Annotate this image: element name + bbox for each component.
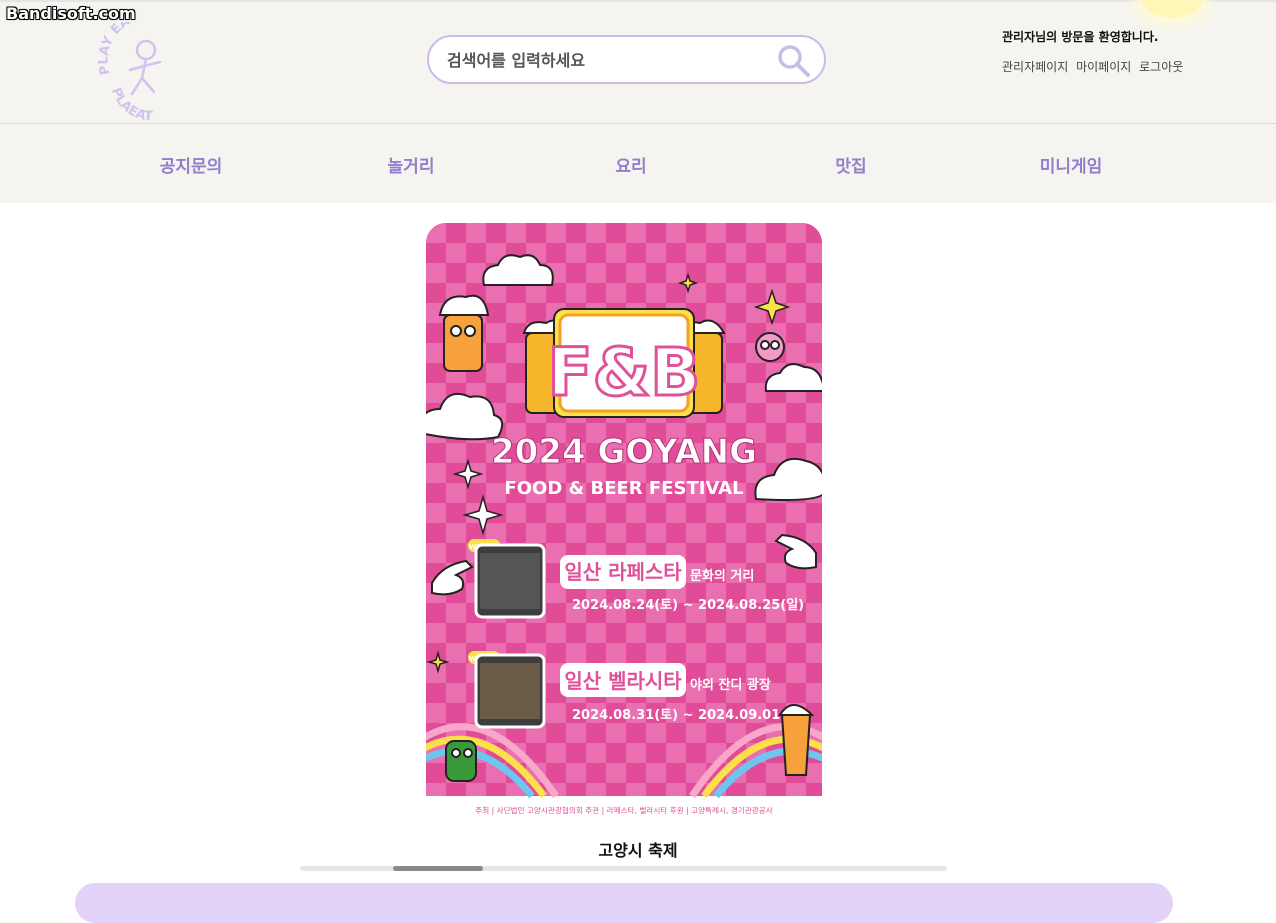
ball-character-icon	[755, 332, 785, 362]
beer-character-icon	[438, 294, 490, 372]
search-input[interactable]	[447, 46, 767, 74]
nav-item-notice[interactable]: 공지문의	[160, 152, 223, 177]
nav-item-minigame[interactable]: 미니게임	[1040, 152, 1103, 177]
banner-footer: 주최 | 사단법인 고양시관광협의회 주관 | 라페스타, 벨라시타 후원 | …	[475, 805, 773, 815]
sun-decoration	[1140, 0, 1204, 18]
can-character-icon	[445, 740, 477, 782]
week-2-photo	[480, 663, 540, 719]
search-box	[427, 35, 826, 84]
week-2-dates: 2024.08.31(토) ~ 2024.09.01(일)	[572, 708, 804, 723]
fries-character-icon	[778, 704, 815, 776]
fnb-logo-mark: F&B	[548, 334, 701, 411]
banner-caption: 고양시 축제	[598, 841, 678, 860]
nav-item-activities[interactable]: 놀거리	[388, 152, 435, 177]
week-2-place: 야외 잔디 광장	[690, 677, 771, 693]
logo-text-bottom: PLAEAT	[108, 82, 156, 130]
watermark: Bandisoft.com	[6, 4, 136, 23]
festival-banner[interactable]: F&B 2024 GOYANG FOOD & BEER FESTIVAL WEE…	[426, 223, 822, 820]
site-header: PLAY EAT PLAEAT 관리자님의 방문을 환영합니다. 관리자페이지	[0, 0, 1276, 130]
site-logo[interactable]: PLAY EAT PLAEAT	[90, 10, 206, 130]
week-1-venue: 일산 라페스타	[564, 560, 682, 584]
carousel-scrollbar[interactable]	[300, 866, 947, 871]
welcome-message: 관리자님의 방문을 환영합니다.	[1002, 30, 1159, 44]
logout-link[interactable]: 로그아웃	[1139, 60, 1183, 74]
nav-item-restaurants[interactable]: 맛집	[835, 152, 866, 177]
fnb-logo: F&B	[546, 308, 702, 418]
my-page-link[interactable]: 마이페이지	[1076, 60, 1131, 74]
magnifier-icon	[778, 45, 810, 77]
search-button[interactable]	[775, 42, 813, 80]
week-1-photo	[480, 553, 540, 609]
week-1-place: 문화의 거리	[690, 568, 754, 584]
content-panel	[75, 883, 1173, 923]
week-2-venue: 일산 벨라시타	[564, 669, 682, 693]
svg-text:PLAEAT: PLAEAT	[108, 82, 156, 122]
banner-title: 2024 GOYANG	[491, 432, 757, 472]
mascot-icon	[128, 39, 162, 96]
week-1-dates: 2024.08.24(토) ~ 2024.08.25(일)	[572, 598, 804, 613]
admin-page-link[interactable]: 관리자페이지	[1002, 60, 1068, 74]
main-nav: 공지문의 놀거리 요리 맛집 미니게임	[0, 124, 1276, 203]
user-links: 관리자페이지 마이페이지 로그아웃	[1002, 58, 1187, 75]
banner-subtitle: FOOD & BEER FESTIVAL	[504, 478, 743, 499]
nav-item-cooking[interactable]: 요리	[615, 152, 646, 177]
carousel-scrollbar-thumb[interactable]	[393, 866, 483, 871]
